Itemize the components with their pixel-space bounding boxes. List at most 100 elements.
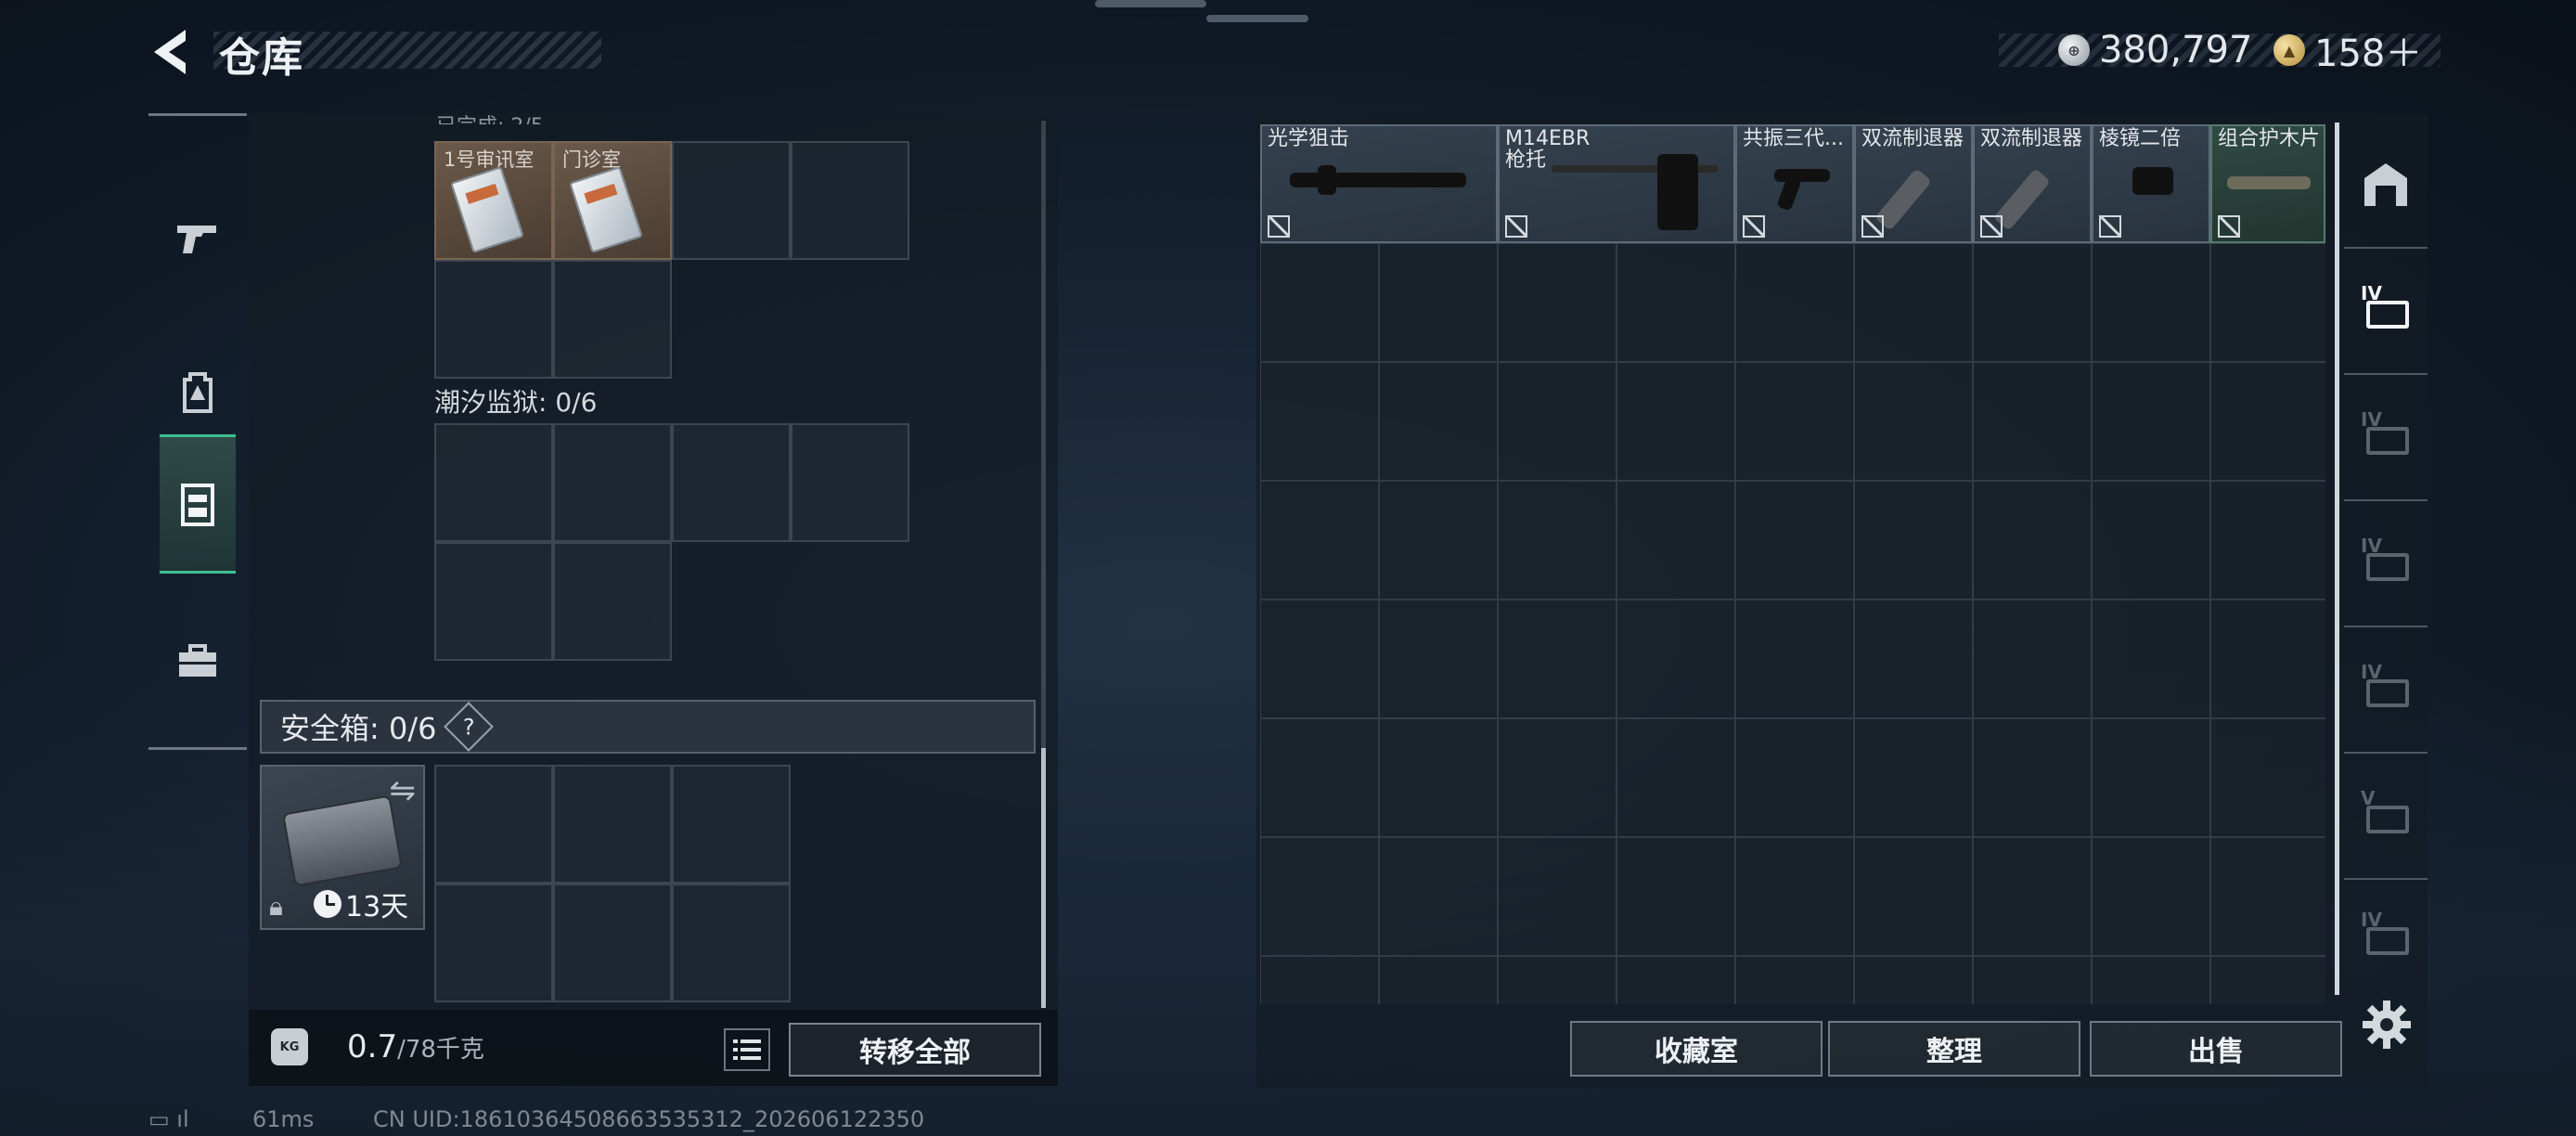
stash-slot[interactable]: [1616, 837, 1735, 956]
stash-slot[interactable]: [1735, 718, 1854, 837]
grid-slot[interactable]: [434, 542, 553, 661]
stash-slot[interactable]: [1498, 718, 1616, 837]
grid-slot[interactable]: [434, 884, 553, 1002]
stash-slot[interactable]: [1735, 956, 1854, 1004]
grid-slot[interactable]: [553, 260, 672, 379]
stash-slot[interactable]: [2092, 600, 2210, 718]
stash-slot[interactable]: [1854, 243, 1973, 362]
stash-slot[interactable]: [1854, 600, 1973, 718]
key-card-item[interactable]: 门诊室: [553, 141, 672, 260]
category-tab[interactable]: IV: [2344, 375, 2428, 499]
currency-gold[interactable]: ▲ 158＋: [2273, 24, 2422, 76]
stash-slot[interactable]: [1616, 600, 1735, 718]
stash-slot[interactable]: [1616, 481, 1735, 600]
grid-slot[interactable]: [791, 141, 909, 260]
stash-slot[interactable]: [1735, 362, 1854, 481]
stash-slot[interactable]: [1498, 837, 1616, 956]
stash-slot[interactable]: [2210, 837, 2325, 956]
stash-slot[interactable]: [1973, 600, 2092, 718]
stash-slot[interactable]: [1498, 481, 1616, 600]
back-button[interactable]: [148, 26, 197, 78]
currency-silver[interactable]: ⊕ 380,797: [2058, 24, 2252, 76]
stash-slot[interactable]: [2210, 600, 2325, 718]
stash-slot[interactable]: [2092, 243, 2210, 362]
stash-slot[interactable]: [2210, 956, 2325, 1004]
tab-container[interactable]: [160, 434, 236, 574]
stash-item-optic[interactable]: 光学狙击: [1260, 124, 1498, 243]
stash-slot[interactable]: [1616, 956, 1735, 1004]
stash-item-muzzle[interactable]: 双流制退器: [1973, 124, 2092, 243]
stash-slot[interactable]: [1379, 243, 1498, 362]
stash-slot[interactable]: [2092, 718, 2210, 837]
stash-slot[interactable]: [1616, 243, 1735, 362]
help-icon[interactable]: ?: [444, 702, 495, 752]
stash-slot[interactable]: [1973, 956, 2092, 1004]
stash-slot[interactable]: [1260, 243, 1379, 362]
stash-slot[interactable]: [1854, 837, 1973, 956]
stash-slot[interactable]: [1379, 718, 1498, 837]
grid-slot[interactable]: [553, 423, 672, 542]
grid-slot[interactable]: [791, 423, 909, 542]
grid-slot[interactable]: [434, 260, 553, 379]
stash-slot[interactable]: [2092, 362, 2210, 481]
grid-slot[interactable]: [434, 765, 553, 884]
stash-slot[interactable]: [1616, 362, 1735, 481]
grid-slot[interactable]: [434, 423, 553, 542]
stash-slot[interactable]: [1379, 481, 1498, 600]
category-tab[interactable]: IV: [2344, 880, 2428, 995]
stash-slot[interactable]: [1616, 718, 1735, 837]
grid-slot[interactable]: [672, 884, 791, 1002]
stash-slot[interactable]: [1498, 600, 1616, 718]
stash-slot[interactable]: [1735, 600, 1854, 718]
stash-slot[interactable]: [1260, 362, 1379, 481]
transfer-all-button[interactable]: 转移全部: [789, 1023, 1041, 1077]
stash-slot[interactable]: [2210, 718, 2325, 837]
stash-slot[interactable]: [1260, 956, 1379, 1004]
stash-item-muzzle[interactable]: 双流制退器: [1854, 124, 1973, 243]
stash-slot[interactable]: [1973, 718, 2092, 837]
stash-slot[interactable]: [1260, 600, 1379, 718]
list-view-button[interactable]: [724, 1028, 770, 1071]
grid-slot[interactable]: [553, 884, 672, 1002]
tab-toolbox[interactable]: [160, 592, 236, 731]
stash-slot[interactable]: [1498, 362, 1616, 481]
stash-slot[interactable]: [2092, 837, 2210, 956]
stash-slot[interactable]: [1260, 718, 1379, 837]
stash-slot[interactable]: [1973, 362, 2092, 481]
stash-slot[interactable]: [1260, 481, 1379, 600]
stash-item-grip[interactable]: 共振三代...: [1735, 124, 1854, 243]
stash-slot[interactable]: [1379, 956, 1498, 1004]
stash-item-stock[interactable]: M14EBR 枪托: [1498, 124, 1735, 243]
stash-slot[interactable]: [2210, 243, 2325, 362]
left-scrollbar-thumb[interactable]: [1041, 748, 1046, 1008]
grid-slot[interactable]: [553, 765, 672, 884]
stash-slot[interactable]: [1735, 837, 1854, 956]
stash-slot[interactable]: [1260, 837, 1379, 956]
collection-room-button[interactable]: 收藏室: [1570, 1021, 1823, 1077]
stash-slot[interactable]: [1735, 481, 1854, 600]
stash-slot[interactable]: [1854, 481, 1973, 600]
stash-item-prism[interactable]: 棱镜二倍: [2092, 124, 2210, 243]
stash-slot[interactable]: [1973, 837, 2092, 956]
stash-slot[interactable]: [1973, 243, 2092, 362]
stash-slot[interactable]: [1379, 362, 1498, 481]
stash-slot[interactable]: [1379, 600, 1498, 718]
stash-slot[interactable]: [1498, 243, 1616, 362]
grid-slot[interactable]: [672, 141, 791, 260]
tab-weapon[interactable]: [160, 169, 236, 308]
grid-slot[interactable]: [553, 542, 672, 661]
stash-slot[interactable]: [1973, 481, 2092, 600]
stash-slot[interactable]: [2092, 481, 2210, 600]
stash-slot[interactable]: [1379, 837, 1498, 956]
stash-slot[interactable]: [2092, 956, 2210, 1004]
stash-slot[interactable]: [1854, 362, 1973, 481]
stash-slot[interactable]: [1854, 956, 1973, 1004]
category-tab[interactable]: IV: [2344, 627, 2428, 752]
category-tab[interactable]: IV: [2344, 501, 2428, 626]
stash-slot[interactable]: [1498, 956, 1616, 1004]
safebox-case[interactable]: ⇋ 🔒︎ 13天: [260, 765, 425, 930]
key-card-item[interactable]: 1号审讯室: [434, 141, 553, 260]
category-all-tab[interactable]: [2344, 123, 2428, 247]
grid-slot[interactable]: [672, 423, 791, 542]
stash-slot[interactable]: [2210, 481, 2325, 600]
